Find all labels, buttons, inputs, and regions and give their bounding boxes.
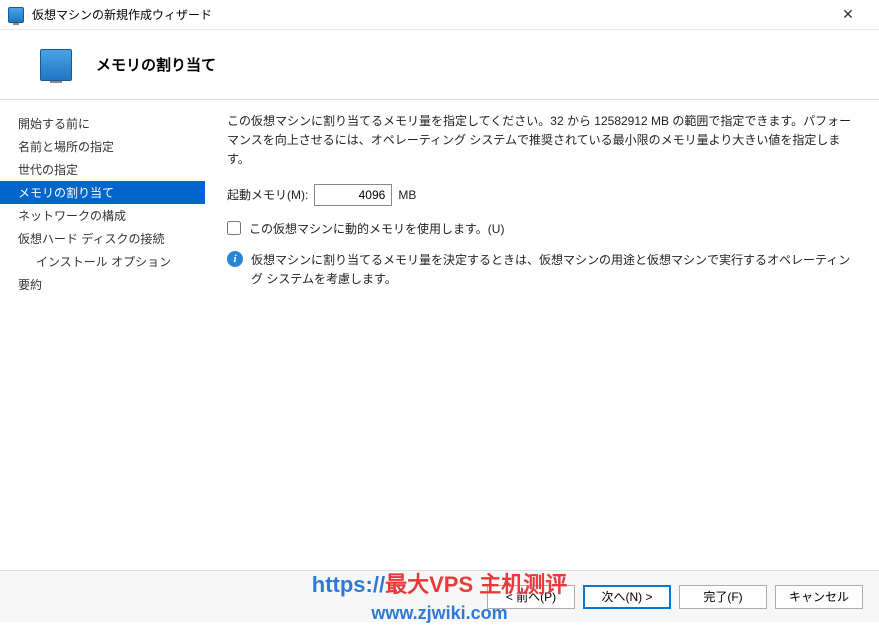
titlebar: 仮想マシンの新規作成ウィザード ✕ [0, 0, 879, 30]
sidebar-item-network[interactable]: ネットワークの構成 [0, 204, 205, 227]
app-icon [8, 7, 24, 23]
cancel-button[interactable]: キャンセル [775, 585, 863, 609]
wizard-header: メモリの割り当て [0, 30, 879, 100]
sidebar-item-generation[interactable]: 世代の指定 [0, 158, 205, 181]
back-button[interactable]: < 前へ(P) [487, 585, 575, 609]
wizard-body: 開始する前に 名前と場所の指定 世代の指定 メモリの割り当て ネットワークの構成… [0, 100, 879, 570]
memory-unit: MB [398, 188, 416, 202]
dynamic-memory-row: この仮想マシンに動的メモリを使用します。(U) [227, 220, 857, 237]
next-button[interactable]: 次へ(N) > [583, 585, 671, 609]
memory-label: 起動メモリ(M): [227, 186, 308, 203]
memory-row: 起動メモリ(M): MB [227, 184, 857, 206]
dynamic-memory-label[interactable]: この仮想マシンに動的メモリを使用します。(U) [249, 220, 504, 237]
sidebar-item-memory[interactable]: メモリの割り当て [0, 181, 205, 204]
wizard-main: この仮想マシンに割り当てるメモリ量を指定してください。32 から 1258291… [205, 100, 879, 570]
info-row: i 仮想マシンに割り当てるメモリ量を決定するときは、仮想マシンの用途と仮想マシン… [227, 251, 857, 289]
close-button[interactable]: ✕ [825, 0, 871, 30]
description-text: この仮想マシンに割り当てるメモリ量を指定してください。32 から 1258291… [227, 112, 857, 170]
sidebar-item-install-options[interactable]: インストール オプション [0, 250, 205, 273]
sidebar-item-summary[interactable]: 要約 [0, 273, 205, 296]
header-icon [40, 49, 72, 81]
window-title: 仮想マシンの新規作成ウィザード [32, 6, 825, 23]
page-title: メモリの割り当て [96, 54, 216, 75]
wizard-footer: < 前へ(P) 次へ(N) > 完了(F) キャンセル [0, 570, 879, 622]
info-icon: i [227, 251, 243, 267]
startup-memory-input[interactable] [314, 184, 392, 206]
sidebar-item-name-location[interactable]: 名前と場所の指定 [0, 135, 205, 158]
dynamic-memory-checkbox[interactable] [227, 221, 241, 235]
finish-button[interactable]: 完了(F) [679, 585, 767, 609]
wizard-sidebar: 開始する前に 名前と場所の指定 世代の指定 メモリの割り当て ネットワークの構成… [0, 100, 205, 570]
sidebar-item-before-begin[interactable]: 開始する前に [0, 112, 205, 135]
sidebar-item-vhd[interactable]: 仮想ハード ディスクの接続 [0, 227, 205, 250]
info-text: 仮想マシンに割り当てるメモリ量を決定するときは、仮想マシンの用途と仮想マシンで実… [251, 251, 857, 289]
